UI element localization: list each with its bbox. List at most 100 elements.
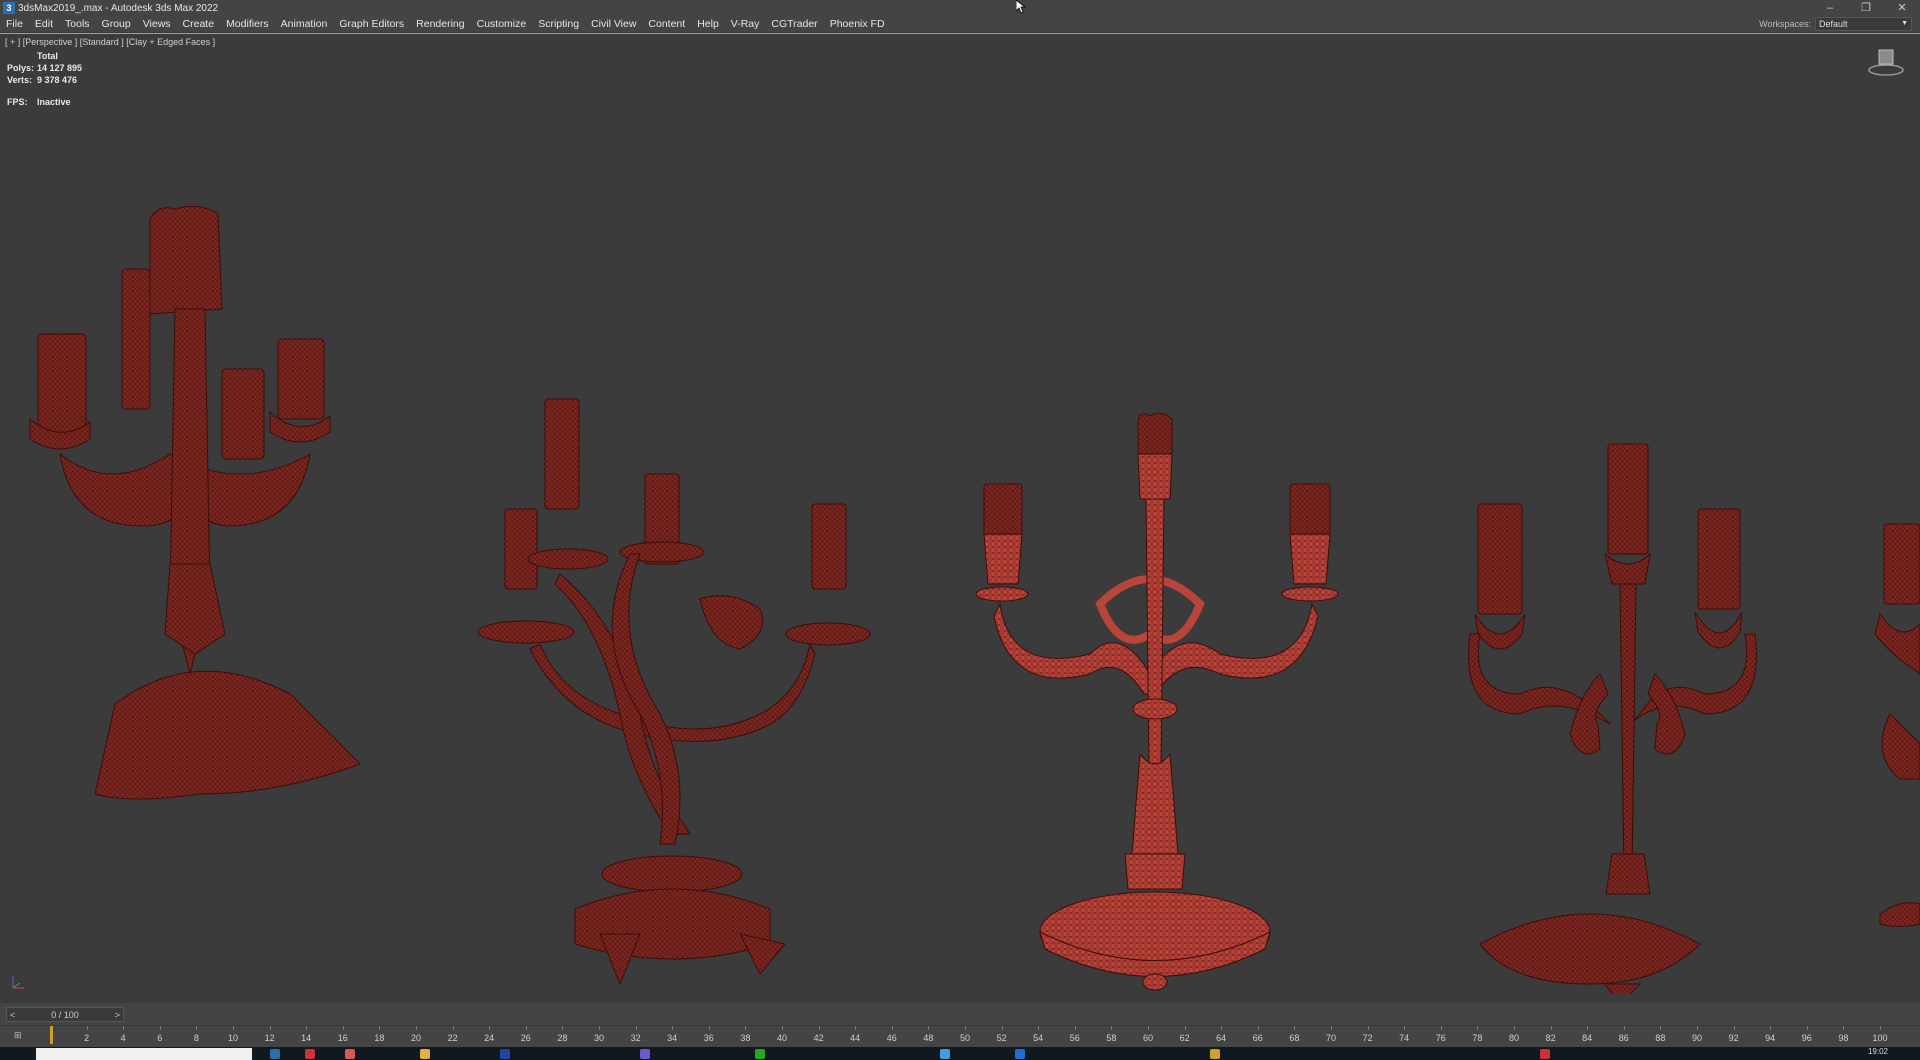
time-slider[interactable]: < 0 / 100 > <box>6 1007 124 1022</box>
time-next-button[interactable]: > <box>112 1010 123 1020</box>
ruler-tick <box>342 1026 344 1030</box>
ruler-tick-label: 44 <box>850 1033 861 1043</box>
ruler-tick <box>123 1026 125 1030</box>
close-button[interactable]: ✕ <box>1884 0 1920 16</box>
menu-file[interactable]: File <box>0 18 29 30</box>
taskbar-clock[interactable]: 19:02 <box>1868 1047 1888 1056</box>
frame-ruler[interactable]: 2 4 6 8 10 12 14 16 18 20 22 24 26 28 30 32 34 36 38 40 42 44… <box>50 1026 1888 1048</box>
menu-group[interactable]: Group <box>96 18 137 30</box>
ruler-tick <box>782 1026 783 1030</box>
ruler-tick <box>452 1026 454 1030</box>
menu-animation[interactable]: Animation <box>275 18 334 30</box>
menu-vray[interactable]: V-Ray <box>725 18 766 30</box>
workspaces-control: Workspaces: Default ▼ <box>1759 16 1912 32</box>
ruler-tick <box>1843 1026 1845 1030</box>
minimize-button[interactable]: – <box>1812 0 1848 16</box>
ruler-tick <box>1367 1026 1369 1030</box>
menu-graph-editors[interactable]: Graph Editors <box>333 18 410 30</box>
taskbar-app-icon[interactable] <box>755 1049 765 1059</box>
fps-value: Inactive <box>37 97 71 107</box>
ruler-tick <box>708 1026 710 1030</box>
time-prev-button[interactable]: < <box>7 1010 18 1020</box>
taskbar-app-icon[interactable] <box>1210 1049 1220 1059</box>
viewcube-icon[interactable] <box>1866 44 1906 78</box>
ruler-tick-label: 2 <box>84 1033 90 1043</box>
workspaces-value: Default <box>1819 19 1848 29</box>
taskbar-search-field[interactable] <box>36 1048 252 1060</box>
ruler-tick <box>1038 1026 1040 1030</box>
ruler-tick <box>489 1026 491 1030</box>
ruler-tick-label: 18 <box>374 1033 385 1043</box>
fps-label: FPS: <box>7 97 28 107</box>
ruler-tick-label: 72 <box>1362 1033 1373 1043</box>
menu-modifiers[interactable]: Modifiers <box>220 18 275 30</box>
ruler-tick-label: 86 <box>1618 1033 1629 1043</box>
ruler-tick-label: 70 <box>1325 1033 1337 1043</box>
menu-views[interactable]: Views <box>137 18 177 30</box>
menu-rendering[interactable]: Rendering <box>410 18 470 30</box>
menu-civil-view[interactable]: Civil View <box>585 18 642 30</box>
ruler-tick-label: 80 <box>1508 1033 1520 1043</box>
taskbar-app-icon[interactable] <box>640 1049 650 1059</box>
verts-value: 9 378 476 <box>37 75 78 85</box>
polys-label: Polys: <box>7 63 35 73</box>
workspaces-select[interactable]: Default ▼ <box>1815 17 1912 31</box>
curve-editor-icon[interactable]: ⊞ <box>14 1030 22 1041</box>
ruler-tick-label: 54 <box>1033 1033 1044 1043</box>
ruler-tick-label: 40 <box>776 1033 788 1043</box>
taskbar-app-icon[interactable] <box>500 1049 510 1059</box>
ruler-tick <box>1074 1026 1076 1030</box>
trackbar[interactable]: ⊞ 2 4 6 8 10 12 14 16 18 20 22 24 26 28 30 32 34 36 38 40 42… <box>0 1025 1920 1048</box>
taskbar-app-icon[interactable] <box>1015 1049 1025 1059</box>
ruler-tick <box>196 1026 198 1030</box>
menu-tools[interactable]: Tools <box>59 18 96 30</box>
ruler-tick-label: 88 <box>1655 1033 1666 1043</box>
menu-edit[interactable]: Edit <box>29 18 59 30</box>
taskbar-app-icon[interactable] <box>1540 1049 1550 1059</box>
mouse-cursor-icon <box>1015 0 1027 19</box>
menu-customize[interactable]: Customize <box>471 18 533 30</box>
ruler-tick <box>86 1026 88 1030</box>
perspective-viewport[interactable]: [ + ] [Perspective ] [Standard ] [Clay +… <box>0 33 1920 1003</box>
ruler-tick <box>1440 1026 1442 1030</box>
taskbar-app-icon[interactable] <box>420 1049 430 1059</box>
time-slider-value: 0 / 100 <box>51 1009 79 1020</box>
time-slider-bar: < 0 / 100 > <box>0 1003 1920 1025</box>
ruler-tick-label: 96 <box>1801 1033 1812 1043</box>
taskbar-app-icon[interactable] <box>940 1049 950 1059</box>
taskbar-app-icon[interactable] <box>345 1049 355 1059</box>
ruler-tick <box>818 1026 820 1030</box>
scene-canvas[interactable] <box>0 154 1920 994</box>
ruler-tick <box>525 1026 527 1030</box>
ruler-tick <box>635 1026 637 1030</box>
ruler-tick <box>379 1026 381 1030</box>
ruler-tick-label: 16 <box>337 1033 348 1043</box>
ruler-tick <box>1001 1026 1003 1030</box>
ruler-tick-label: 10 <box>227 1033 239 1043</box>
ruler-tick <box>1221 1026 1223 1030</box>
menu-create[interactable]: Create <box>177 18 221 30</box>
ruler-tick-label: 6 <box>157 1033 163 1043</box>
taskbar-app-icon[interactable] <box>305 1049 315 1059</box>
app-icon[interactable]: 3 <box>3 2 15 14</box>
viewport-label-menu[interactable]: [ + ] [Perspective ] [Standard ] [Clay +… <box>5 37 215 47</box>
ruler-tick <box>672 1026 674 1030</box>
menu-scripting[interactable]: Scripting <box>532 18 585 30</box>
menu-phoenix-fd[interactable]: Phoenix FD <box>824 18 891 30</box>
ruler-tick-label: 30 <box>593 1033 605 1043</box>
ruler-tick-label: 66 <box>1252 1033 1263 1043</box>
frame-cursor[interactable] <box>50 1026 53 1044</box>
ruler-tick <box>891 1026 893 1030</box>
restore-button[interactable]: ❐ <box>1848 0 1884 16</box>
ruler-tick <box>1184 1026 1186 1030</box>
menu-cgtrader[interactable]: CGTrader <box>765 18 823 30</box>
ruler-tick-label: 100 <box>1872 1033 1888 1043</box>
ruler-tick <box>562 1026 564 1030</box>
menu-content[interactable]: Content <box>642 18 691 30</box>
menu-help[interactable]: Help <box>691 18 725 30</box>
workspaces-label: Workspaces: <box>1759 19 1811 29</box>
ruler-tick <box>1294 1026 1296 1030</box>
taskbar-app-icon[interactable] <box>270 1049 280 1059</box>
menu-bar: File Edit Tools Group Views Create Modif… <box>0 16 1920 33</box>
ruler-tick-label: 36 <box>703 1033 714 1043</box>
